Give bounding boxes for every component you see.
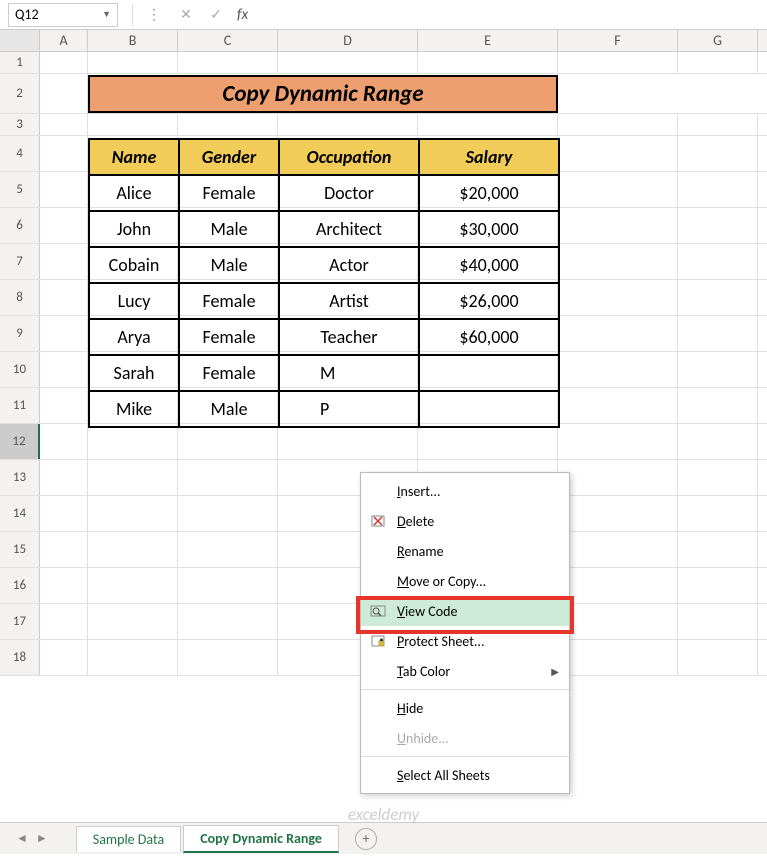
row-header-2[interactable]: 2 [0, 74, 40, 113]
blank-icon [367, 570, 389, 592]
context-menu-item[interactable]: Tab Color▶ [361, 656, 569, 686]
table-row: LucyFemaleArtist$26,000 [89, 283, 559, 319]
row-header-6[interactable]: 6 [0, 208, 40, 243]
col-header-A[interactable]: A [40, 30, 88, 51]
context-menu-item[interactable]: Insert... [361, 476, 569, 506]
col-header-D[interactable]: D [278, 30, 418, 51]
context-menu-label: Tab Color [397, 663, 551, 680]
data-table: Name Gender Occupation Salary AliceFemal… [88, 138, 560, 428]
th-name[interactable]: Name [89, 139, 179, 175]
row-header-11[interactable]: 11 [0, 388, 40, 423]
table-row: AliceFemaleDoctor$20,000 [89, 175, 559, 211]
col-header-B[interactable]: B [88, 30, 178, 51]
cancel-icon[interactable]: ✕ [175, 4, 197, 26]
context-menu-item[interactable]: View Code [361, 596, 569, 626]
table-row: JohnMaleArchitect$30,000 [89, 211, 559, 247]
row-header-17[interactable]: 17 [0, 604, 40, 639]
title-cell: Copy Dynamic Range [88, 75, 558, 113]
context-menu-item: Unhide... [361, 723, 569, 753]
column-headers: A B C D E F G [0, 30, 767, 52]
fx-icon[interactable]: fx [237, 6, 248, 24]
row-header-14[interactable]: 14 [0, 496, 40, 531]
col-header-C[interactable]: C [178, 30, 278, 51]
sheet-tab[interactable]: Copy Dynamic Range [183, 825, 339, 853]
row-header-15[interactable]: 15 [0, 532, 40, 567]
grid-body[interactable]: 1 2 Copy Dynamic Range 3 4 5 6 7 8 9 10 1… [0, 52, 767, 676]
sheet-tabs-bar: ◄► Sample Data Copy Dynamic Range + [0, 822, 767, 854]
row-header-16[interactable]: 16 [0, 568, 40, 603]
tab-nav[interactable]: ◄► [12, 831, 52, 846]
formula-bar: Q12 ▼ ⋮ ✕ ✓ fx [0, 0, 767, 30]
submenu-arrow-icon: ▶ [551, 665, 559, 678]
sheet-context-menu: Insert... Delete Rename Move or Copy... View… [360, 472, 570, 794]
row-header-7[interactable]: 7 [0, 244, 40, 279]
sheet-tab[interactable]: Sample Data [76, 826, 181, 852]
table-row: CobainMaleActor$40,000 [89, 247, 559, 283]
context-menu-label: Protect Sheet... [397, 633, 559, 650]
th-gender[interactable]: Gender [179, 139, 279, 175]
context-menu-item[interactable]: Rename [361, 536, 569, 566]
viewcode-icon [367, 600, 389, 622]
row-header-4[interactable]: 4 [0, 136, 40, 171]
context-menu-item[interactable]: Delete [361, 506, 569, 536]
row-header-3[interactable]: 3 [0, 114, 40, 135]
tab-next-icon[interactable]: ► [36, 831, 48, 846]
divider [132, 4, 133, 26]
protect-icon [367, 630, 389, 652]
name-box-value: Q12 [15, 6, 39, 23]
row-header-10[interactable]: 10 [0, 352, 40, 387]
row-header-1[interactable]: 1 [0, 52, 40, 73]
enter-icon[interactable]: ✓ [205, 4, 227, 26]
context-menu-label: Hide [397, 700, 559, 717]
row-header-12[interactable]: 12 [0, 424, 40, 459]
context-menu-item[interactable]: Hide [361, 693, 569, 723]
add-sheet-button[interactable]: + [355, 828, 377, 850]
blank-icon [367, 697, 389, 719]
th-salary[interactable]: Salary [419, 139, 559, 175]
context-menu-item[interactable]: Select All Sheets [361, 760, 569, 790]
context-menu-label: View Code [397, 603, 559, 620]
tab-prev-icon[interactable]: ◄ [16, 831, 28, 846]
blank-icon [367, 540, 389, 562]
context-menu-label: Delete [397, 513, 559, 530]
context-menu-label: Select All Sheets [397, 767, 559, 784]
th-occupation[interactable]: Occupation [279, 139, 419, 175]
context-menu-label: Move or Copy... [397, 573, 559, 590]
table-row: MikeMaleP [89, 391, 559, 427]
table-row: AryaFemaleTeacher$60,000 [89, 319, 559, 355]
row-header-8[interactable]: 8 [0, 280, 40, 315]
name-box[interactable]: Q12 ▼ [8, 3, 118, 27]
table-header-row: Name Gender Occupation Salary [89, 139, 559, 175]
context-menu-label: Rename [397, 543, 559, 560]
select-all-corner[interactable] [0, 30, 40, 51]
col-header-E[interactable]: E [418, 30, 558, 51]
formula-input[interactable] [256, 3, 767, 27]
fb-handle-icon: ⋮ [147, 6, 161, 23]
row-header-5[interactable]: 5 [0, 172, 40, 207]
blank-icon [367, 764, 389, 786]
blank-icon [367, 727, 389, 749]
blank-icon [367, 660, 389, 682]
context-menu-label: Unhide... [397, 730, 559, 747]
table-row: SarahFemaleM [89, 355, 559, 391]
row-header-18[interactable]: 18 [0, 640, 40, 675]
context-menu-item[interactable]: Protect Sheet... [361, 626, 569, 656]
row-header-9[interactable]: 9 [0, 316, 40, 351]
col-header-F[interactable]: F [558, 30, 678, 51]
context-menu-label: Insert... [397, 483, 559, 500]
blank-icon [367, 480, 389, 502]
delete-icon [367, 510, 389, 532]
row-header-13[interactable]: 13 [0, 460, 40, 495]
context-menu-item[interactable]: Move or Copy... [361, 566, 569, 596]
name-box-dropdown-icon[interactable]: ▼ [102, 9, 111, 20]
col-header-G[interactable]: G [678, 30, 758, 51]
